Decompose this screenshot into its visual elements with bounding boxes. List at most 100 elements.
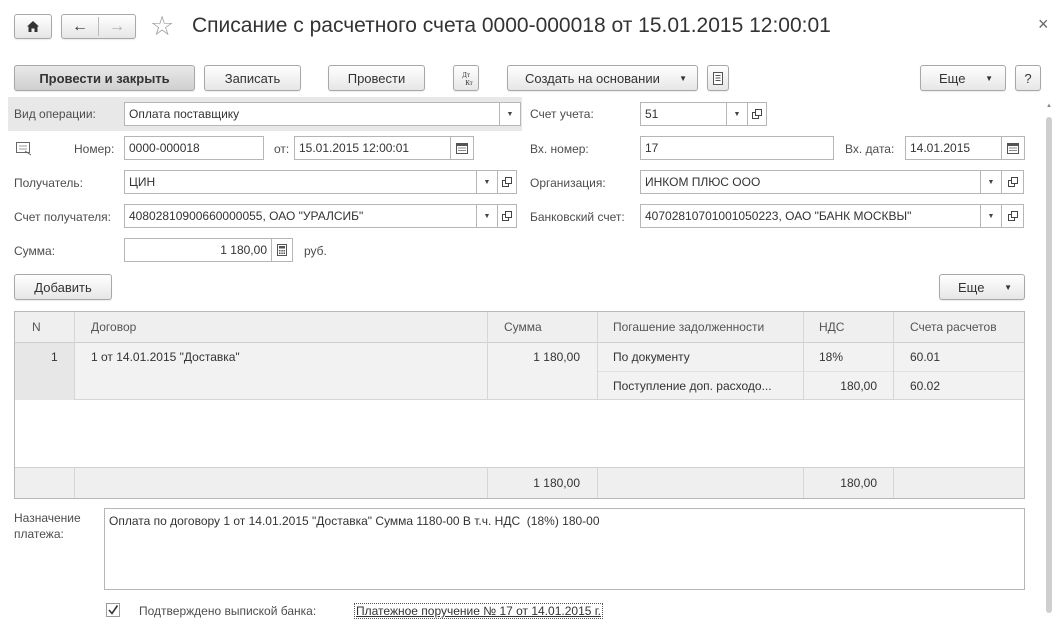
close-icon[interactable]: × (1038, 14, 1049, 35)
column-header-vat[interactable]: НДС (819, 320, 844, 334)
column-header-n[interactable]: N (32, 320, 41, 334)
sum-calculator-button[interactable] (271, 238, 293, 262)
more-button[interactable]: Еще ▼ (920, 65, 1006, 91)
chevron-down-icon: ▼ (985, 73, 993, 83)
row-account-2[interactable]: 60.02 (910, 379, 940, 393)
sum-label: Сумма: (14, 244, 56, 258)
scrollbar-thumb[interactable] (1046, 117, 1052, 613)
recipient-account-field[interactable]: 40802810900660000055, ОАО "УРАЛСИБ" (124, 204, 477, 228)
forward-arrow-icon[interactable]: → (99, 18, 135, 36)
report-button[interactable] (707, 65, 729, 91)
recipient-account-dropdown[interactable]: ▼ (476, 204, 498, 228)
operation-label: Вид операции: (14, 107, 96, 121)
date-label: от: (274, 142, 290, 156)
row-account[interactable]: 60.01 (910, 350, 940, 364)
organization-label: Организация: (530, 176, 606, 190)
in-number-label: Вх. номер: (530, 142, 589, 156)
row-repayment-2[interactable]: Поступление доп. расходо... (613, 379, 793, 393)
scrollbar-arrow-up-icon: ▲ (1046, 103, 1052, 109)
column-header-repayment[interactable]: Погашение задолженности (613, 320, 764, 334)
row-vat[interactable]: 18% (819, 350, 843, 364)
calculator-icon (277, 244, 287, 256)
payment-order-link[interactable]: Платежное поручение № 17 от 14.01.2015 г… (354, 603, 604, 619)
organization-field[interactable]: ИНКОМ ПЛЮС ООО (640, 170, 981, 194)
chevron-down-icon: ▼ (1004, 282, 1012, 292)
scrollbar[interactable]: ▲ (1045, 103, 1053, 615)
row-repayment[interactable]: По документу (613, 350, 690, 364)
home-button[interactable] (14, 14, 52, 39)
chevron-down-icon: ▼ (679, 73, 687, 83)
number-field[interactable]: 0000-000018 (124, 136, 264, 160)
more-label: Еще (939, 70, 966, 86)
chevron-down-icon: ▼ (483, 212, 491, 220)
help-button[interactable]: ? (1015, 65, 1041, 91)
column-header-sum[interactable]: Сумма (504, 320, 542, 334)
post-button[interactable]: Провести (328, 65, 425, 91)
row-n: 1 (51, 350, 58, 364)
document-status-icon (16, 142, 32, 159)
sum-field[interactable]: 1 180,00 (124, 238, 272, 262)
dt-kt-button[interactable]: Дт Кт (453, 65, 479, 91)
recipient-dropdown[interactable]: ▼ (476, 170, 498, 194)
open-icon (502, 177, 512, 187)
footer-vat: 180,00 (840, 476, 877, 490)
in-number-field[interactable]: 17 (640, 136, 834, 160)
purpose-textarea[interactable]: Оплата по договору 1 от 14.01.2015 "Дост… (104, 508, 1025, 590)
in-date-label: Вх. дата: (845, 142, 895, 156)
back-arrow-icon[interactable]: ← (62, 18, 98, 36)
number-label: Номер: (74, 142, 115, 156)
column-divider (803, 312, 804, 400)
chevron-down-icon: ▼ (733, 110, 741, 118)
account-field[interactable]: 51 (640, 102, 727, 126)
operation-dropdown[interactable]: ▼ (499, 102, 521, 126)
organization-open-button[interactable] (1001, 170, 1024, 194)
in-date-calendar-button[interactable] (1001, 136, 1025, 160)
column-divider (803, 467, 804, 498)
chevron-down-icon: ▼ (987, 178, 995, 186)
bank-account-dropdown[interactable]: ▼ (980, 204, 1002, 228)
column-header-accounts[interactable]: Счета расчетов (910, 320, 997, 334)
recipient-field[interactable]: ЦИН (124, 170, 477, 194)
add-button[interactable]: Добавить (14, 274, 112, 300)
window-title: Списание с расчетного счета 0000-000018 … (192, 14, 831, 37)
calendar-icon (456, 142, 468, 154)
in-date-field[interactable]: 14.01.2015 (905, 136, 1002, 160)
row-contract[interactable]: 1 от 14.01.2015 "Доставка" (91, 350, 240, 364)
table-more-button[interactable]: Еще ▼ (939, 274, 1025, 300)
account-open-button[interactable] (747, 102, 767, 126)
column-divider (487, 312, 488, 400)
operation-field[interactable]: Оплата поставщику (124, 102, 500, 126)
recipient-open-button[interactable] (497, 170, 517, 194)
checkmark-icon (108, 605, 119, 615)
purpose-label-line1: Назначение (14, 511, 81, 525)
create-based-on-button[interactable]: Создать на основании ▼ (507, 65, 698, 91)
items-table: N Договор Сумма Погашение задолженности … (14, 311, 1025, 499)
recipient-account-open-button[interactable] (497, 204, 517, 228)
row-vat-2[interactable]: 180,00 (815, 379, 877, 393)
post-and-close-button[interactable]: Провести и закрыть (14, 65, 195, 91)
open-icon (752, 109, 762, 119)
confirmed-checkbox[interactable] (106, 603, 120, 617)
column-divider (74, 312, 75, 400)
organization-dropdown[interactable]: ▼ (980, 170, 1002, 194)
recipient-account-label: Счет получателя: (14, 210, 111, 224)
bank-account-field[interactable]: 40702810701001050223, ОАО "БАНК МОСКВЫ" (640, 204, 981, 228)
footer-sum: 1 180,00 (533, 476, 580, 490)
column-divider (893, 312, 894, 400)
bank-account-open-button[interactable] (1001, 204, 1024, 228)
save-button[interactable]: Записать (204, 65, 301, 91)
row-sum[interactable]: 1 180,00 (487, 350, 580, 364)
date-field[interactable]: 15.01.2015 12:00:01 (294, 136, 451, 160)
account-label: Счет учета: (530, 107, 594, 121)
purpose-label-line2: платежа: (14, 527, 64, 541)
calendar-icon (1007, 142, 1019, 154)
column-header-contract[interactable]: Договор (91, 320, 136, 334)
favorite-star-icon[interactable]: ☆ (150, 10, 174, 42)
account-dropdown[interactable]: ▼ (726, 102, 748, 126)
chevron-down-icon: ▼ (483, 178, 491, 186)
chevron-down-icon: ▼ (987, 212, 995, 220)
dt-kt-icon: Дт Кт (462, 71, 473, 87)
document-icon (713, 71, 723, 85)
date-calendar-button[interactable] (450, 136, 474, 160)
column-divider (597, 467, 598, 498)
